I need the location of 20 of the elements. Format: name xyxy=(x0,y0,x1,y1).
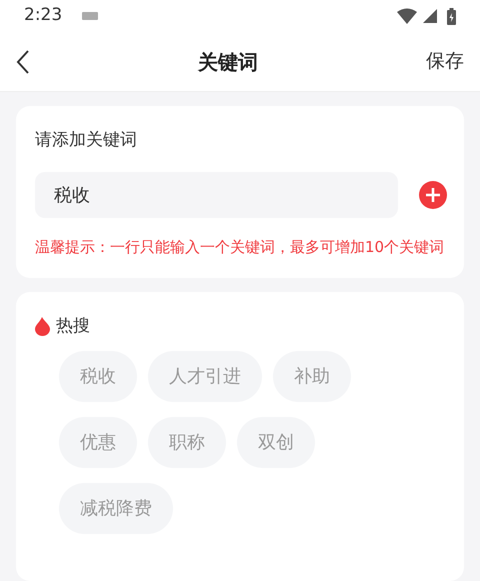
keyboard-icon xyxy=(82,12,98,20)
battery-icon xyxy=(447,8,456,24)
signal-icon xyxy=(423,9,437,23)
hot-search-title: 热搜 xyxy=(56,315,90,338)
hot-tag[interactable]: 双创 xyxy=(237,416,315,468)
wifi-icon xyxy=(397,8,417,24)
status-time: 2:23 xyxy=(24,4,62,28)
hot-tag[interactable]: 税收 xyxy=(59,350,137,402)
save-button[interactable]: 保存 xyxy=(426,47,464,76)
back-icon[interactable] xyxy=(16,50,30,74)
hot-tag[interactable]: 优惠 xyxy=(59,416,137,468)
tip-text: 温馨提示：一行只能输入一个关键词，最多可增加10个关键词 xyxy=(35,237,445,258)
hot-tag[interactable]: 补助 xyxy=(273,350,351,402)
add-icon[interactable] xyxy=(419,181,447,209)
page-title: 关键词 xyxy=(198,50,258,74)
keyword-input[interactable]: 税收 xyxy=(35,172,398,218)
hot-tag[interactable]: 职称 xyxy=(148,416,226,468)
hot-tag[interactable]: 减税降费 xyxy=(59,482,173,534)
hot-tag[interactable]: 人才引进 xyxy=(148,350,262,402)
section-title: 请添加关键词 xyxy=(35,129,138,152)
